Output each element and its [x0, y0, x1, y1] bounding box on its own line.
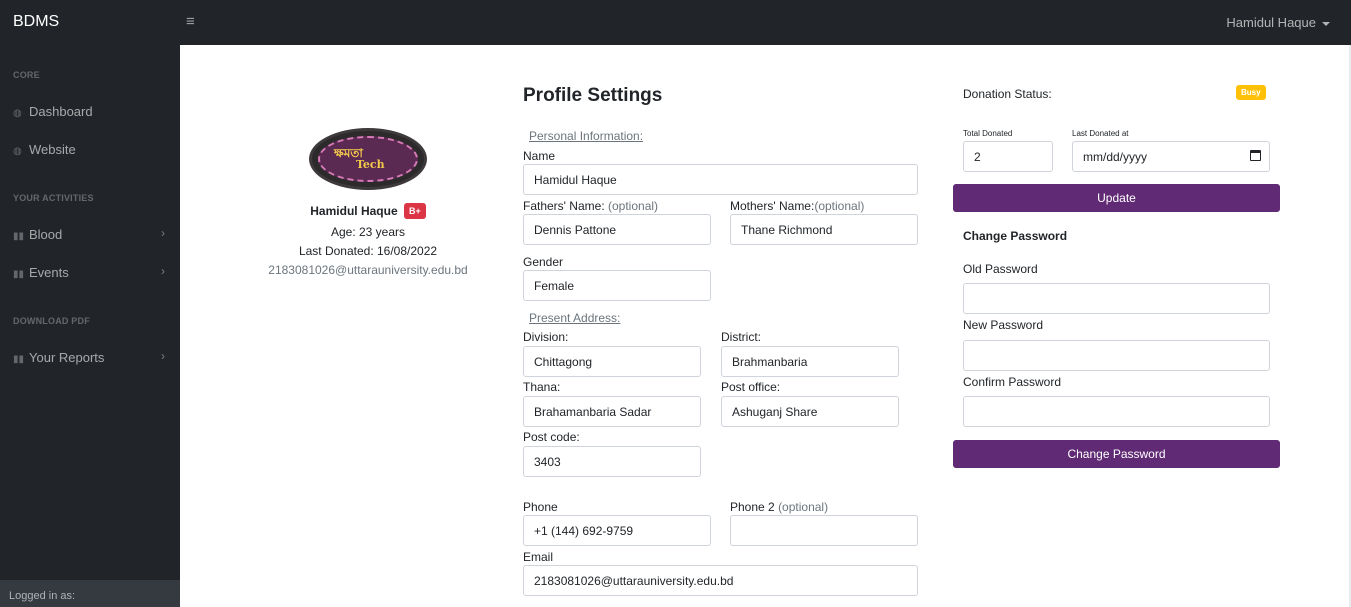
profile-last-donated: Last Donated: 16/08/2022 — [298, 244, 438, 258]
profile-name-row: Hamidul Haque B+ — [245, 203, 491, 219]
gender-label: Gender — [523, 255, 564, 269]
confirm-password-label: Confirm Password — [963, 375, 1062, 389]
brand-logo[interactable]: BDMS — [13, 13, 59, 31]
last-donated-date-field[interactable]: mm/dd/yyyy — [1072, 141, 1270, 172]
thana-label: Thana: — [523, 380, 561, 394]
post-office-label: Post office: — [721, 380, 781, 394]
mothers-name-field[interactable]: Thane Richmond — [730, 214, 918, 245]
profile-name: Hamidul Haque — [310, 204, 398, 218]
user-dropdown[interactable]: Hamidul Haque — [1226, 15, 1330, 30]
email-field[interactable]: 2183081026@uttarauniversity.edu.bd — [523, 565, 918, 596]
donation-status-label: Donation Status: — [963, 87, 1052, 101]
name-field[interactable]: Hamidul Haque — [523, 164, 918, 195]
fathers-name-label: Fathers' Name: (optional) — [523, 199, 659, 213]
sidebar-heading-core: CORE — [13, 70, 40, 80]
email-label: Email — [523, 550, 554, 564]
thana-field[interactable]: Brahamanbaria Sadar — [523, 396, 701, 427]
section-present-address: Present Address: — [529, 311, 621, 325]
top-navbar: BDMS ≡ Hamidul Haque — [0, 0, 1351, 45]
section-personal-info: Personal Information: — [529, 129, 644, 143]
book-icon: ▮▮ — [13, 354, 25, 365]
chevron-right-icon: › — [161, 349, 165, 363]
gender-select[interactable]: Female — [523, 270, 711, 301]
sidebar-heading-activities: YOUR ACTIVITIES — [13, 193, 94, 203]
sidebar: CORE ◍ Dashboard ◍ Website YOUR ACTIVITIES… — [0, 45, 180, 607]
confirm-password-field[interactable] — [963, 396, 1270, 427]
name-label: Name — [523, 149, 556, 163]
division-field[interactable]: Chittagong — [523, 346, 701, 377]
profile-age: Age: 23 years — [330, 225, 406, 239]
caret-down-icon — [1322, 21, 1330, 26]
page-title: Profile Settings — [523, 85, 663, 106]
phone2-label: Phone 2 (optional) — [730, 500, 829, 514]
logo-text-tech: Tech — [356, 158, 385, 171]
sidebar-item-reports[interactable]: ▮▮ Your Reports › — [13, 349, 173, 365]
post-office-field[interactable]: Ashuganj Share — [721, 396, 899, 427]
change-password-title: Change Password — [963, 229, 1068, 243]
avatar: ক্ষমতা Tech — [309, 128, 427, 190]
last-donated-label: Last Donated at — [1072, 129, 1129, 138]
sidebar-item-website[interactable]: ◍ Website — [13, 142, 173, 157]
sidebar-item-blood[interactable]: ▮▮ Blood › — [13, 226, 173, 242]
old-password-label: Old Password — [963, 262, 1038, 276]
phone-label: Phone — [523, 500, 558, 514]
division-label: Division: — [523, 330, 569, 344]
sidebar-item-label: Events — [29, 265, 69, 280]
mothers-name-label: Mothers' Name:(optional) — [730, 199, 865, 213]
sidebar-toggle-icon[interactable]: ≡ — [186, 13, 195, 30]
phone-field[interactable]: +1 (144) 692-9759 — [523, 515, 711, 546]
district-label: District: — [721, 330, 761, 344]
fathers-name-field[interactable]: Dennis Pattone — [523, 214, 711, 245]
post-code-field[interactable]: 3403 — [523, 446, 701, 477]
new-password-field[interactable] — [963, 340, 1270, 371]
chevron-right-icon: › — [161, 264, 165, 278]
sidebar-item-events[interactable]: ▮▮ Events › — [13, 264, 173, 280]
sidebar-item-dashboard[interactable]: ◍ Dashboard — [13, 104, 173, 119]
profile-card: ক্ষমতা Tech Hamidul Haque B+ Age: 23 yea… — [245, 128, 491, 277]
change-password-button[interactable]: Change Password — [953, 440, 1280, 468]
total-donated-field[interactable]: 2 — [963, 141, 1053, 172]
update-button[interactable]: Update — [953, 184, 1280, 212]
profile-email: 2183081026@uttarauniversity.edu.bd — [268, 263, 468, 277]
chevron-right-icon: › — [161, 226, 165, 240]
status-badge: Busy — [1236, 85, 1266, 100]
district-field[interactable]: Brahmanbaria — [721, 346, 899, 377]
palette-icon: ◍ — [13, 146, 22, 157]
phone2-field[interactable] — [730, 515, 918, 546]
new-password-label: New Password — [963, 318, 1044, 332]
blood-group-badge: B+ — [403, 203, 426, 219]
sidebar-item-label: Blood — [29, 227, 63, 242]
book-icon: ▮▮ — [13, 269, 25, 280]
total-donated-label: Total Donated — [963, 129, 1013, 138]
book-icon: ▮▮ — [13, 231, 25, 242]
old-password-field[interactable] — [963, 283, 1270, 314]
palette-icon: ◍ — [13, 108, 22, 119]
sidebar-heading-download: DOWNLOAD PDF — [13, 316, 90, 326]
sidebar-item-label: Website — [29, 142, 76, 157]
sidebar-footer: Logged in as: — [0, 580, 180, 607]
sidebar-item-label: Your Reports — [29, 350, 105, 365]
calendar-icon[interactable] — [1250, 150, 1261, 161]
post-code-label: Post code: — [523, 430, 580, 444]
sidebar-item-label: Dashboard — [29, 104, 93, 119]
date-placeholder: mm/dd/yyyy — [1083, 150, 1148, 164]
user-name: Hamidul Haque — [1226, 15, 1316, 30]
